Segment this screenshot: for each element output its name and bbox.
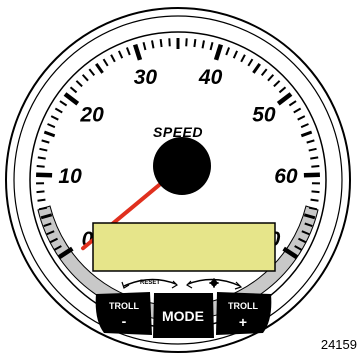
minor-tick [311, 165, 320, 168]
minor-tick [310, 198, 319, 202]
troll-minus-button[interactable]: TROLL - [95, 292, 152, 335]
minor-tick [193, 38, 197, 48]
troll-plus-sign: + [239, 314, 247, 330]
major-tick [303, 172, 320, 178]
minor-tick [37, 198, 46, 202]
speedometer-gauge: 010203040506070 SPEED RESET TROLL - MODE… [5, 7, 351, 353]
troll-minus-label: TROLL [109, 301, 139, 311]
scale-label: 20 [79, 104, 104, 127]
scale-label: 30 [134, 66, 158, 89]
reset-label: RESET [140, 280, 160, 286]
troll-plus-button[interactable]: TROLL + [216, 292, 272, 335]
figure-number: 24159 [320, 337, 357, 352]
minor-tick [37, 156, 46, 160]
scale-label: 10 [58, 165, 82, 188]
troll-plus-label: TROLL [228, 301, 258, 311]
needle-hub [153, 137, 211, 195]
scale-label: 50 [252, 104, 276, 127]
minor-tick [310, 156, 319, 160]
minor-tick [36, 165, 45, 168]
mode-label: MODE [162, 308, 204, 324]
minor-tick [36, 190, 45, 194]
scale-label: 60 [274, 165, 298, 188]
mode-button[interactable]: MODE [153, 293, 214, 338]
minor-tick [159, 38, 163, 48]
scale-label: 40 [198, 66, 223, 89]
minor-tick [311, 190, 320, 194]
troll-minus-sign: - [122, 313, 127, 329]
lcd-display [92, 222, 276, 272]
major-tick [36, 172, 53, 178]
